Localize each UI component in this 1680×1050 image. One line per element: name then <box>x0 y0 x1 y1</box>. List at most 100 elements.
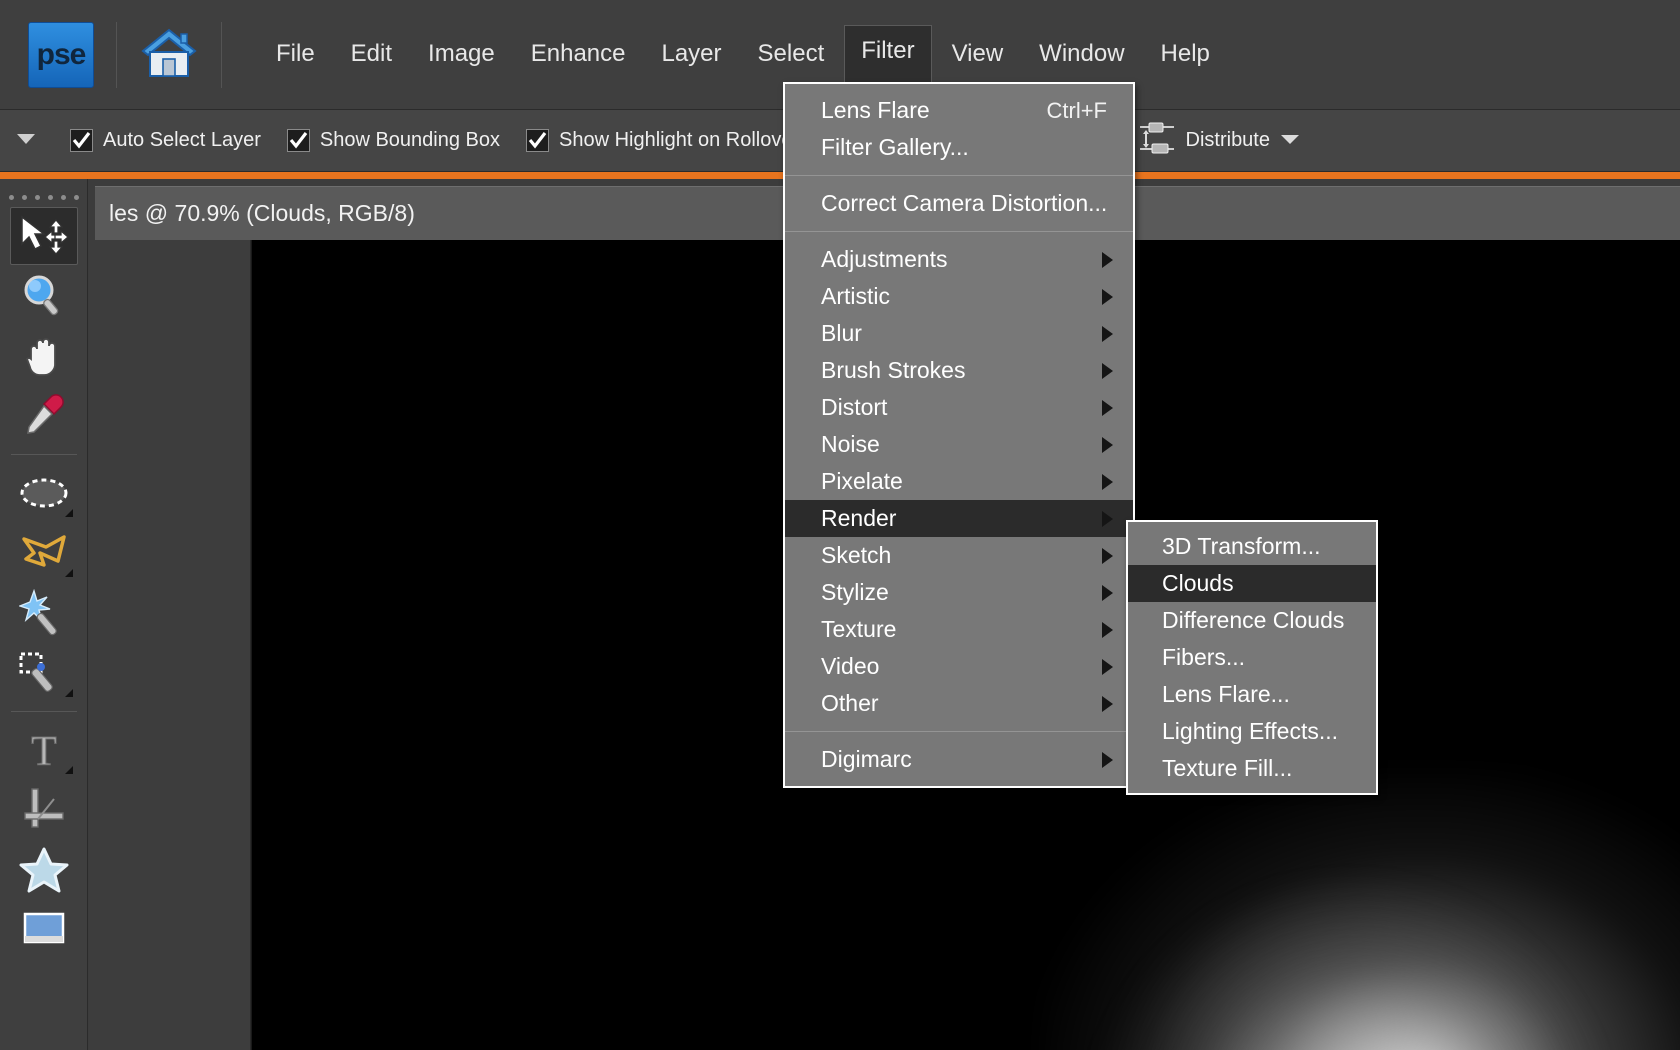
filter-menu-item-sketch[interactable]: Sketch <box>785 537 1133 574</box>
checkbox-box[interactable] <box>286 129 310 152</box>
filter-menu-item-render[interactable]: Render <box>785 500 1133 537</box>
filter-menu-item-noise[interactable]: Noise <box>785 426 1133 463</box>
filter-menu-item-filter-gallery[interactable]: Filter Gallery... <box>785 129 1133 166</box>
menu-view[interactable]: View <box>936 31 1020 78</box>
submenu-arrow-icon <box>1102 751 1113 768</box>
flyout-indicator <box>64 509 73 517</box>
checkbox-show-bounding-box[interactable]: Show Bounding Box <box>286 129 500 152</box>
menu-item-label: Noise <box>821 431 880 457</box>
cookie-cutter-tool[interactable] <box>10 841 78 899</box>
hand-tool[interactable] <box>10 327 78 385</box>
render-submenu-item-lens-flare[interactable]: Lens Flare... <box>1128 676 1376 713</box>
submenu-arrow-icon <box>1102 399 1113 416</box>
lasso-tool[interactable] <box>10 524 78 582</box>
checkbox-box[interactable] <box>526 129 550 152</box>
checkbox-box[interactable] <box>70 129 93 152</box>
menu-item-label: Stylize <box>821 579 889 605</box>
type-tool[interactable]: T <box>10 721 78 779</box>
menu-file[interactable]: File <box>260 31 331 78</box>
menu-item-label: Other <box>821 690 879 716</box>
menu-layer[interactable]: Layer <box>645 31 737 78</box>
submenu-arrow-icon <box>1102 584 1113 601</box>
submenu-arrow-icon <box>1102 436 1113 453</box>
distribute-icon <box>1139 122 1174 159</box>
submenu-item-label: Fibers... <box>1162 644 1246 670</box>
menu-item-label: Filter Gallery... <box>821 134 969 160</box>
filter-menu-item-brush-strokes[interactable]: Brush Strokes <box>785 352 1133 389</box>
home-button[interactable] <box>139 25 199 85</box>
menu-item-label: Brush Strokes <box>821 357 966 383</box>
eyedropper-tool[interactable] <box>10 387 78 445</box>
filter-menu-item-stylize[interactable]: Stylize <box>785 574 1133 611</box>
svg-text:T: T <box>31 729 57 772</box>
menu-edit[interactable]: Edit <box>335 31 408 78</box>
home-icon <box>140 26 198 83</box>
distribute-label: Distribute <box>1185 129 1270 151</box>
checkbox-show-highlight-on-rollover[interactable]: Show Highlight on Rollover <box>526 129 799 152</box>
magic-wand-tool[interactable] <box>10 584 78 642</box>
filter-menu-item-artistic[interactable]: Artistic <box>785 278 1133 315</box>
filter-menu-item-video[interactable]: Video <box>785 648 1133 685</box>
tools-divider <box>10 454 77 455</box>
filter-menu-item-other[interactable]: Other <box>785 685 1133 722</box>
chevron-down-icon <box>15 131 37 150</box>
submenu-arrow-icon <box>1102 510 1113 527</box>
move-tool[interactable] <box>9 207 78 265</box>
filter-menu-item-digimarc[interactable]: Digimarc <box>785 741 1133 778</box>
filter-menu-item-blur[interactable]: Blur <box>785 315 1133 352</box>
options-collapse-button[interactable] <box>8 131 44 150</box>
menu-item-label: Lens Flare <box>821 97 930 123</box>
flyout-indicator <box>64 766 73 774</box>
menu-separator <box>785 731 1133 732</box>
filter-menu-item-pixelate[interactable]: Pixelate <box>785 463 1133 500</box>
render-submenu-item-clouds[interactable]: Clouds <box>1128 565 1376 602</box>
filter-menu-item-distort[interactable]: Distort <box>785 389 1133 426</box>
recompose-tool[interactable] <box>10 901 78 959</box>
submenu-item-label: Texture Fill... <box>1162 755 1293 781</box>
canvas-gutter <box>89 240 251 1050</box>
filter-menu-item-correct-camera-distortion[interactable]: Correct Camera Distortion... <box>785 185 1133 222</box>
flyout-indicator <box>64 689 73 697</box>
menu-item-label: Artistic <box>821 283 890 309</box>
check-icon <box>289 132 308 149</box>
menu-image[interactable]: Image <box>412 31 511 78</box>
menu-item-label: Correct Camera Distortion... <box>821 190 1108 216</box>
render-submenu-item-texture-fill[interactable]: Texture Fill... <box>1128 750 1376 787</box>
distribute-button[interactable]: Distribute <box>1139 122 1300 159</box>
document-tab-title: les @ 70.9% (Clouds, RGB/8) <box>109 200 415 226</box>
submenu-arrow-icon <box>1102 621 1113 638</box>
checkbox-label: Auto Select Layer <box>103 129 261 151</box>
menu-select[interactable]: Select <box>742 31 841 78</box>
filter-menu-item-adjustments[interactable]: Adjustments <box>785 241 1133 278</box>
checkbox-auto-select-layer[interactable]: Auto Select Layer <box>70 129 261 152</box>
menu-item-label: Digimarc <box>821 746 912 772</box>
check-icon <box>528 132 547 149</box>
menu-window[interactable]: Window <box>1023 31 1140 78</box>
quick-selection-tool[interactable] <box>10 644 78 702</box>
menu-filter[interactable]: Filter <box>844 24 932 85</box>
render-submenu-item-fibers[interactable]: Fibers... <box>1128 639 1376 676</box>
render-submenu-item-3d-transform[interactable]: 3D Transform... <box>1128 528 1376 565</box>
pse-logo-text: pse <box>36 37 87 71</box>
render-submenu-item-lighting-effects[interactable]: Lighting Effects... <box>1128 713 1376 750</box>
menu-item-label: Distort <box>821 394 888 420</box>
submenu-arrow-icon <box>1102 325 1113 342</box>
filter-menu-item-lens-flare[interactable]: Lens Flare Ctrl+F <box>785 92 1133 129</box>
options-checkbox-group: Auto Select Layer Show Bounding Box Show H… <box>44 129 799 152</box>
menu-enhance[interactable]: Enhance <box>515 31 642 78</box>
filter-menu-item-texture[interactable]: Texture <box>785 611 1133 648</box>
marquee-tool[interactable] <box>10 464 78 522</box>
toolbar-separator <box>116 21 117 88</box>
menu-help[interactable]: Help <box>1145 31 1226 78</box>
zoom-tool[interactable] <box>10 267 78 325</box>
crop-tool[interactable] <box>10 781 78 839</box>
menu-item-label: Render <box>821 505 897 531</box>
menu-item-label: Video <box>821 653 880 679</box>
checkbox-label: Show Highlight on Rollover <box>559 129 800 151</box>
render-submenu-item-difference-clouds[interactable]: Difference Clouds <box>1128 602 1376 639</box>
menu-item-label: Sketch <box>821 542 892 568</box>
submenu-item-label: Lighting Effects... <box>1162 718 1339 744</box>
submenu-item-label: Difference Clouds <box>1162 607 1345 633</box>
tools-panel-grip[interactable] <box>0 179 87 205</box>
submenu-arrow-icon <box>1102 695 1113 712</box>
